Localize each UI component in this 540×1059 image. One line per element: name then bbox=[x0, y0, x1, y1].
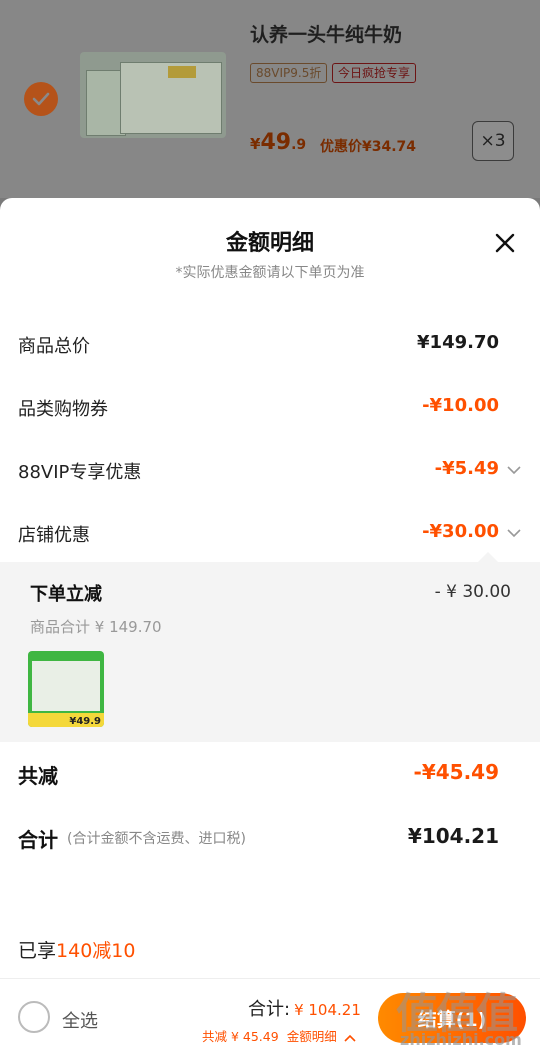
checkout-button[interactable]: 结算(1) bbox=[378, 993, 526, 1043]
sheet-subtitle: *实际优惠金额请以下单页为准 bbox=[175, 265, 365, 281]
bottom-total-amount: ¥ 104.21 bbox=[294, 1001, 361, 1019]
total-reduction-value: -¥45.49 bbox=[413, 760, 499, 784]
store-discount-detail: 下单立减 - ¥ 30.00 商品合计 ¥ 149.70 ¥49.9 bbox=[0, 552, 540, 742]
total-reduction-row: 共减 -¥45.49 bbox=[0, 754, 540, 794]
row-store-discount[interactable]: 店铺优惠 -¥30.00 bbox=[0, 513, 540, 553]
promotion-highlight: 140减10 bbox=[56, 940, 136, 962]
vip-discount-tag: 88VIP9.5折 bbox=[250, 63, 328, 83]
amount-detail-sheet: 金额明细 *实际优惠金额请以下单页为准 商品总价 ¥149.70 品类购物券 -… bbox=[0, 198, 540, 978]
row-label: 商品总价 bbox=[18, 336, 90, 357]
row-value: -¥30.00 bbox=[422, 521, 499, 542]
promotion-prefix: 已享 bbox=[18, 940, 57, 962]
total-reduction-label: 共减 bbox=[18, 764, 58, 788]
amount-detail-link[interactable]: 金额明细 bbox=[287, 1029, 337, 1044]
row-value: -¥5.49 bbox=[434, 458, 499, 479]
detail-title: 下单立减 bbox=[30, 584, 102, 605]
select-all-checkbox[interactable] bbox=[18, 1001, 50, 1033]
discount-price: 优惠价¥34.74 bbox=[320, 139, 417, 155]
close-icon bbox=[495, 233, 515, 253]
grand-total-value: ¥104.21 bbox=[407, 824, 499, 848]
row-value: ¥149.70 bbox=[417, 332, 499, 353]
row-label: 店铺优惠 bbox=[18, 525, 90, 546]
bottom-total-label: 合计: bbox=[248, 999, 291, 1020]
cart-item-card: 认养一头牛纯牛奶 88VIP9.5折 今日疯抢专享 ¥49.9 优惠价¥34.7… bbox=[0, 0, 540, 198]
checkout-bar: 全选 合计: ¥ 104.21 共减 ¥ 45.49 金额明细 结算(1) bbox=[0, 978, 540, 1059]
product-title[interactable]: 认养一头牛纯牛奶 bbox=[250, 20, 402, 47]
grand-total-label: 合计 bbox=[18, 828, 58, 852]
quantity-button[interactable]: ×3 bbox=[472, 121, 514, 161]
detail-amount: - ¥ 30.00 bbox=[434, 582, 511, 602]
product-thumbnail[interactable]: ¥49.9 bbox=[28, 651, 104, 727]
bottom-saved: 共减 ¥ 45.49 金额明细 bbox=[202, 1026, 357, 1045]
item-checkbox[interactable] bbox=[24, 82, 58, 116]
row-value: -¥10.00 bbox=[422, 395, 499, 416]
detail-goods-total: 商品合计 ¥ 149.70 bbox=[30, 618, 162, 636]
select-all-label[interactable]: 全选 bbox=[62, 1007, 98, 1033]
product-price: ¥49.9 bbox=[250, 130, 307, 155]
promotion-enjoyed: 已享140减10 bbox=[18, 936, 135, 963]
today-exclusive-tag: 今日疯抢专享 bbox=[332, 63, 417, 83]
thumbnail-price: ¥49.9 bbox=[69, 716, 101, 727]
row-label: 品类购物券 bbox=[18, 399, 108, 420]
checkmark-icon bbox=[32, 92, 50, 106]
panel-notch bbox=[478, 552, 498, 562]
chevron-down-icon[interactable] bbox=[506, 462, 522, 478]
row-category-coupon: 品类购物券 -¥10.00 bbox=[0, 387, 540, 427]
grand-total-row: 合计 (合计金额不含运费、进口税) ¥104.21 bbox=[0, 818, 540, 858]
chevron-up-icon[interactable] bbox=[343, 1033, 357, 1043]
bottom-saved-amount: 共减 ¥ 45.49 bbox=[202, 1029, 279, 1044]
close-button[interactable] bbox=[490, 228, 520, 258]
grand-total-note: (合计金额不含运费、进口税) bbox=[67, 831, 246, 847]
row-88vip-discount[interactable]: 88VIP专享优惠 -¥5.49 bbox=[0, 450, 540, 490]
sheet-title: 金额明细 bbox=[225, 231, 314, 256]
row-label: 88VIP专享优惠 bbox=[18, 462, 142, 483]
row-goods-total: 商品总价 ¥149.70 bbox=[0, 324, 540, 364]
chevron-down-icon[interactable] bbox=[506, 525, 522, 541]
bottom-total: 合计: ¥ 104.21 bbox=[248, 995, 361, 1021]
product-image[interactable] bbox=[80, 52, 226, 138]
